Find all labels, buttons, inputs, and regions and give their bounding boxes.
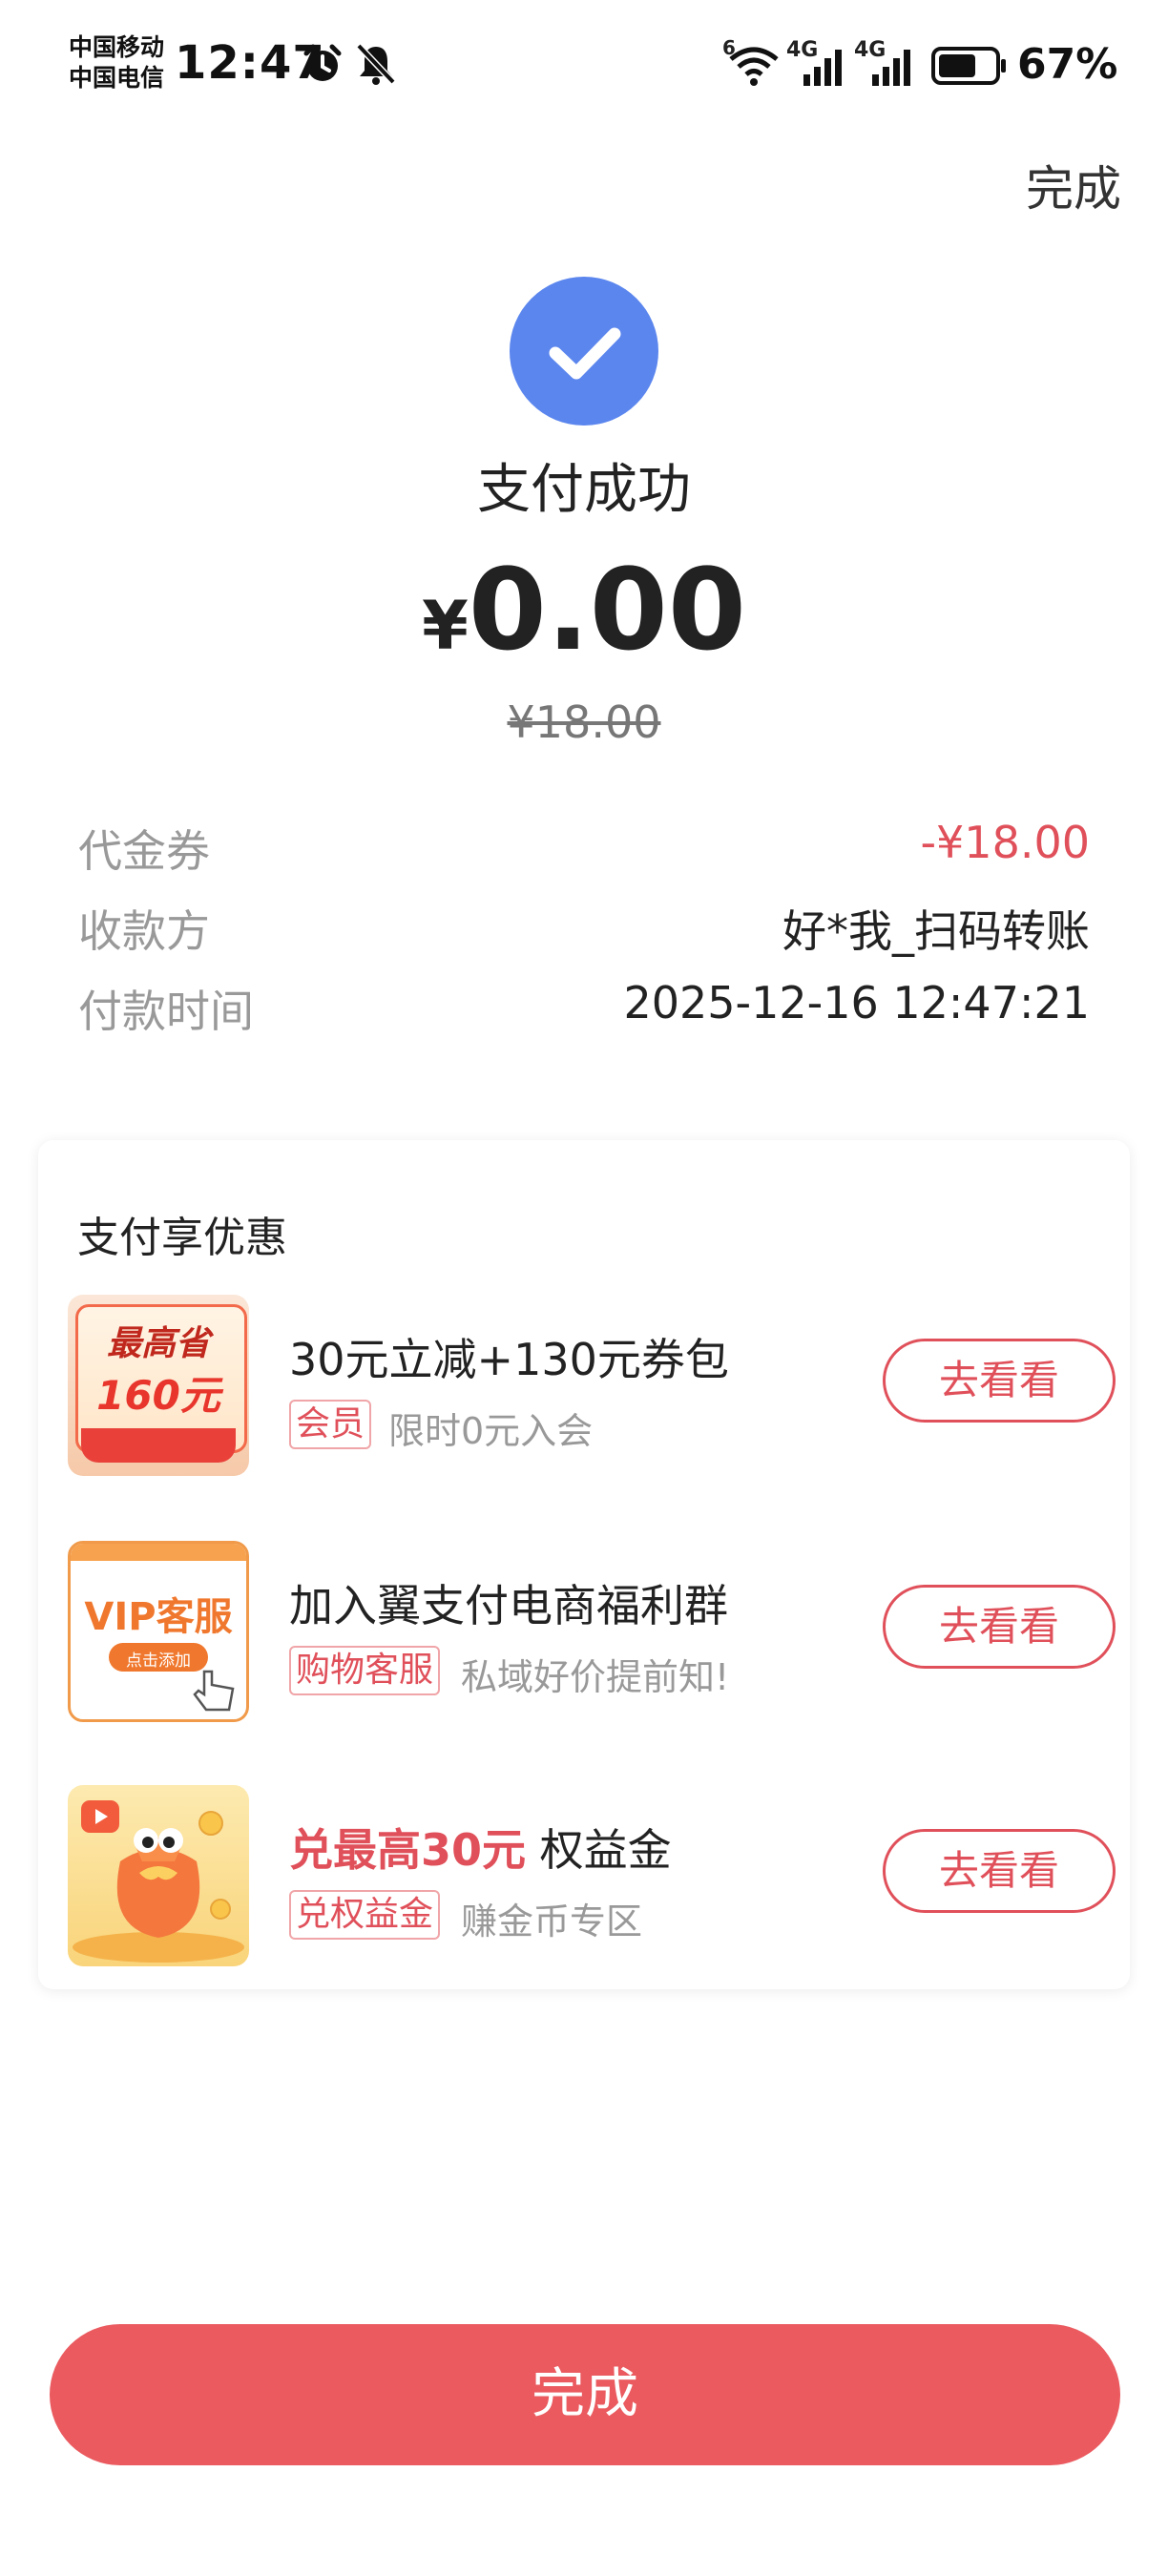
promo-item-member[interactable]: 最高省 160元 30元立减+130元券包 会员 限时0元入会 去看看: [68, 1295, 1117, 1476]
promotions-title: 支付享优惠: [77, 1214, 287, 1262]
detail-value: -¥18.00: [920, 817, 1090, 868]
thumb-text-line2: 160元: [96, 1372, 220, 1419]
promo-go-button[interactable]: 去看看: [883, 1829, 1116, 1913]
promo-go-button[interactable]: 去看看: [883, 1585, 1116, 1669]
status-bar: 中国移动 中国电信 12:47 6 4G 4G 67%: [0, 0, 1168, 134]
amount-value: 0.00: [468, 544, 746, 675]
promo-subtitle: 限时0元入会: [388, 1410, 594, 1452]
promo-thumb-vip: VIP客服 点击添加: [68, 1541, 249, 1722]
thumb-text-line1: VIP客服: [84, 1595, 233, 1639]
signal-icon: [803, 50, 842, 86]
carrier-2: 中国电信: [69, 64, 165, 92]
done-button[interactable]: 完成: [50, 2324, 1120, 2465]
detail-value: 2025-12-16 12:47:21: [623, 977, 1090, 1028]
success-check-icon: [510, 277, 658, 426]
promo-tag: 会员: [289, 1400, 372, 1449]
pointer-hand-icon: [193, 1670, 235, 1712]
battery-icon: [931, 47, 1006, 85]
promo-title: 加入翼支付电商福利群: [289, 1580, 728, 1631]
promo-title: 30元立减+130元券包: [289, 1334, 729, 1385]
payment-status-title: 支付成功: [477, 459, 691, 521]
promo-subtitle: 赚金币专区: [461, 1901, 643, 1942]
detail-row-payee: 收款方 好*我_扫码转账: [78, 897, 1090, 957]
promo-title-rest: 权益金: [526, 1824, 672, 1876]
promo-subtitle: 私域好价提前知!: [461, 1656, 730, 1698]
carrier-names: 中国移动 中国电信: [69, 32, 164, 93]
detail-label: 收款方: [78, 905, 210, 957]
battery-percent: 67%: [1017, 40, 1118, 89]
promo-tag: 购物客服: [289, 1646, 441, 1695]
promo-tag: 兑权益金: [289, 1890, 441, 1940]
bell-off-icon: [356, 43, 396, 85]
paid-amount: ¥0.00: [0, 544, 1168, 675]
promo-thumb-lucky-bag: [68, 1785, 249, 1966]
currency-symbol: ¥: [422, 587, 469, 665]
detail-label: 代金券: [78, 825, 210, 877]
original-amount: ¥18.00: [507, 696, 661, 748]
thumb-text-line1: 最高省: [106, 1324, 210, 1363]
promo-go-button[interactable]: 去看看: [883, 1339, 1116, 1423]
detail-value: 好*我_扫码转账: [782, 905, 1090, 957]
promo-item-rewards[interactable]: 兑最高30元 权益金 兑权益金 赚金币专区 去看看: [68, 1785, 1117, 1966]
detail-row-time: 付款时间 2025-12-16 12:47:21: [78, 977, 1090, 1037]
promotions-card: 支付享优惠 最高省 160元 30元立减+130元券包 会员 限时0元入会 去看…: [38, 1140, 1130, 1989]
promo-thumb-savings: 最高省 160元: [68, 1295, 249, 1476]
top-done-button[interactable]: 完成: [1026, 151, 1121, 219]
promo-title: 兑最高30元 权益金: [289, 1816, 672, 1879]
alarm-icon: [303, 44, 342, 81]
promo-item-vip-service[interactable]: VIP客服 点击添加 加入翼支付电商福利群 购物客服 私域好价提前知! 去看看: [68, 1541, 1117, 1722]
carrier-1: 中国移动: [69, 33, 165, 61]
detail-label: 付款时间: [78, 986, 254, 1037]
detail-row-voucher: 代金券 -¥18.00: [78, 817, 1090, 877]
signal-icon: [872, 50, 910, 86]
promo-title-highlight: 兑最高30元: [289, 1824, 527, 1876]
wifi-label: 6: [722, 36, 736, 59]
